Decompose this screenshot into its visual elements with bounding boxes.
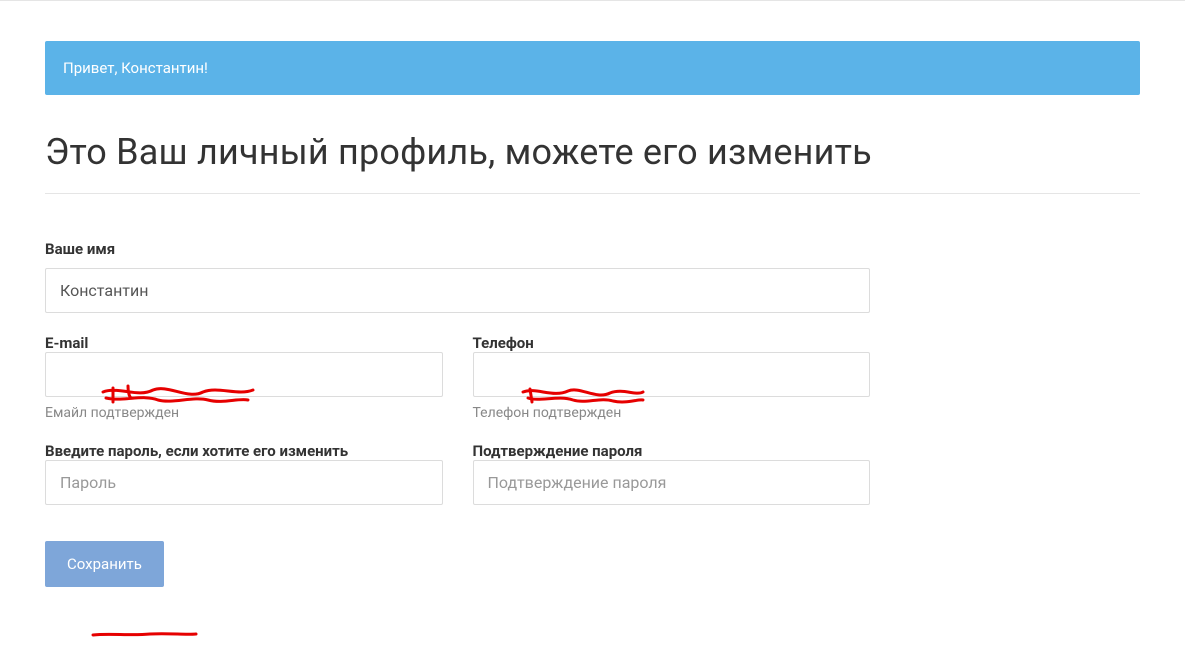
phone-input[interactable] bbox=[473, 352, 871, 397]
password-label: Введите пароль, если хотите его изменить bbox=[45, 442, 348, 460]
save-button[interactable]: Сохранить bbox=[45, 541, 164, 587]
greeting-text: Привет, Константин! bbox=[63, 59, 208, 77]
save-underline-annotation bbox=[90, 625, 200, 644]
password-confirm-input[interactable] bbox=[473, 460, 871, 505]
page-title: Это Ваш личный профиль, можете его измен… bbox=[45, 131, 1140, 173]
phone-label: Телефон bbox=[473, 334, 534, 352]
top-divider bbox=[0, 0, 1185, 14]
password-input[interactable] bbox=[45, 460, 443, 505]
phone-help: Телефон подтвержден bbox=[473, 405, 871, 421]
password-row: Введите пароль, если хотите его изменить… bbox=[45, 441, 870, 505]
greeting-alert: Привет, Константин! bbox=[45, 41, 1140, 95]
password-confirm-label: Подтверждение пароля bbox=[473, 442, 643, 460]
password-confirm-group: Подтверждение пароля bbox=[473, 441, 871, 505]
name-label: Ваше имя bbox=[45, 240, 870, 258]
email-help: Емайл подтвержден bbox=[45, 405, 443, 421]
password-group: Введите пароль, если хотите его изменить bbox=[45, 441, 443, 505]
name-group: Ваше имя bbox=[45, 240, 1140, 313]
email-label: E-mail bbox=[45, 334, 88, 352]
title-divider bbox=[45, 193, 1140, 194]
phone-group: Телефон Телефон подтвержден bbox=[473, 333, 871, 421]
email-group: E-mail Емайл подтвержден bbox=[45, 333, 443, 421]
content-container: Привет, Константин! Это Ваш личный профи… bbox=[45, 41, 1140, 587]
name-input[interactable] bbox=[45, 268, 870, 313]
email-input[interactable] bbox=[45, 352, 443, 397]
email-phone-row: E-mail Емайл подтвержден Телефон Телефон… bbox=[45, 333, 870, 421]
